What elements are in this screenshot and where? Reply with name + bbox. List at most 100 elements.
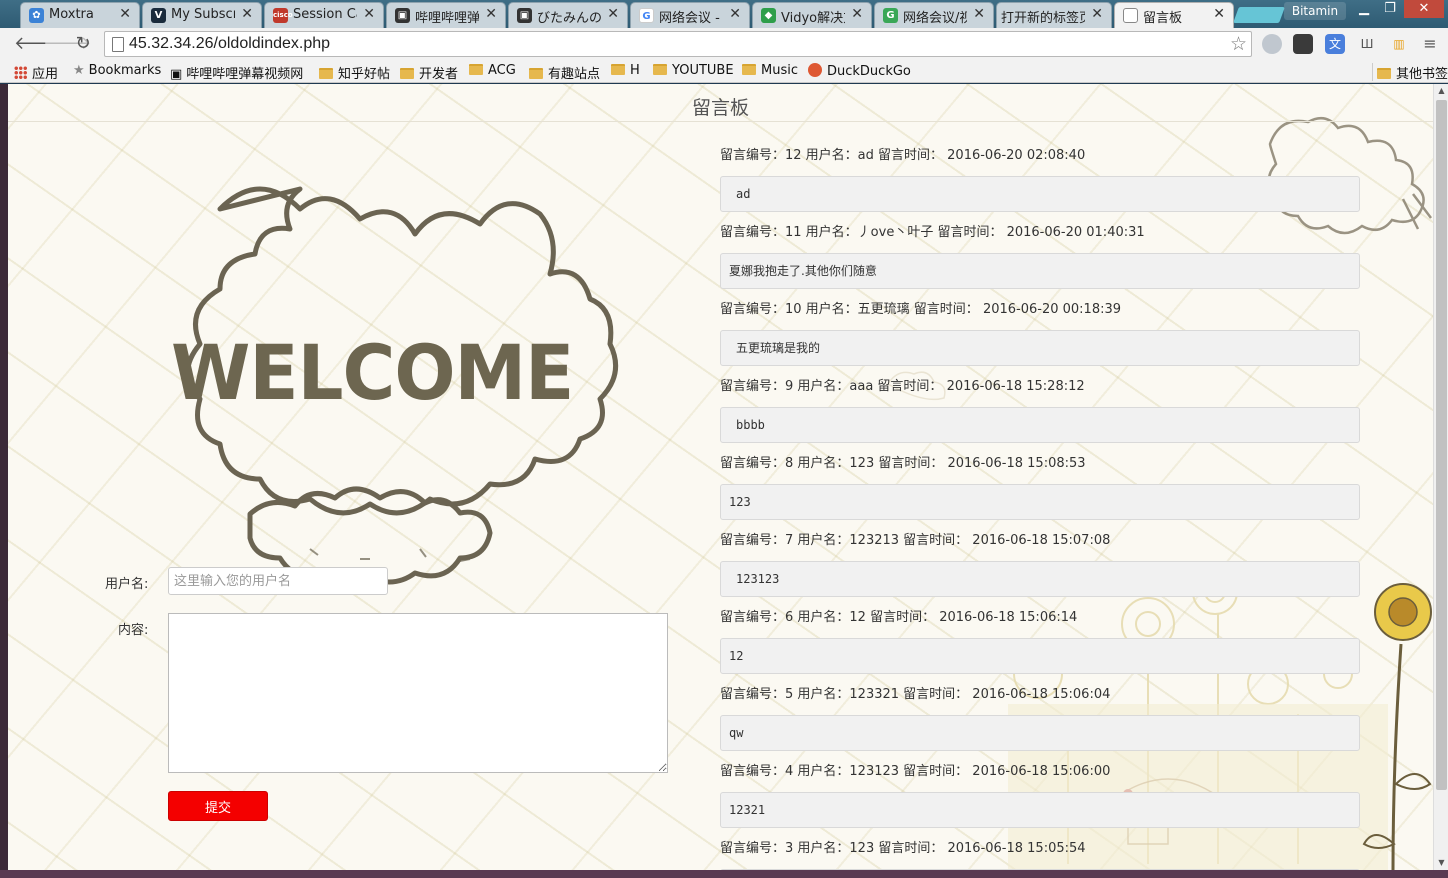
folder-icon	[529, 68, 543, 79]
minimize-icon[interactable]: ▁	[1350, 0, 1378, 18]
menu-icon[interactable]: ≡	[1420, 34, 1440, 54]
scroll-thumb[interactable]	[1436, 100, 1447, 790]
reload-icon[interactable]: ↻	[72, 32, 94, 56]
apps-icon	[14, 66, 27, 79]
close-icon[interactable]: ✕	[119, 6, 131, 22]
bookmark-label: 开发者	[419, 67, 459, 82]
close-icon[interactable]: ✕	[851, 6, 863, 22]
message-item: 留言编号：8 用户名：123 留言时间： 2016-06-18 15:08:53…	[720, 454, 1360, 520]
submit-button[interactable]: 提交	[168, 791, 268, 821]
maximize-icon[interactable]: ❐	[1376, 0, 1404, 18]
bilibili-icon: ▣	[395, 8, 410, 23]
address-bar[interactable]: 45.32.34.26/oldoldindex.php ☆	[104, 31, 1252, 57]
forward-icon[interactable]: 🡒	[43, 32, 91, 56]
tab-bilibili[interactable]: ▣ 哔哩哔哩弹幕 ✕	[386, 2, 506, 28]
cisco-icon: cisco	[273, 8, 293, 23]
page-icon	[112, 37, 124, 52]
bookmark-duckduckgo[interactable]: DuckDuckGo	[808, 63, 911, 81]
tab-new[interactable]: 打开新的标签页 ✕	[996, 2, 1112, 28]
bookmark-bookmarks[interactable]: ★ Bookmarks	[73, 63, 161, 81]
tab-title: Session Cat	[293, 7, 357, 22]
stats-icon[interactable]: Ш	[1357, 34, 1377, 54]
bookmark-label: ACG	[488, 63, 516, 78]
bookmark-label: 哔哩哔哩弹幕视频网	[186, 67, 304, 82]
bookmark-h[interactable]: H	[611, 63, 640, 81]
message-meta: 留言编号：8 用户名：123 留言时间： 2016-06-18 15:08:53	[720, 456, 1086, 471]
bookmark-developer[interactable]: 开发者	[400, 63, 459, 82]
new-tab-button[interactable]	[1233, 7, 1285, 23]
tab-title: 哔哩哔哩弹幕	[415, 11, 479, 26]
message-content: 夏娜我抱走了.其他你们随意	[720, 253, 1360, 289]
close-icon[interactable]: ✕	[729, 6, 741, 22]
tab-title: 网络会议/视	[903, 11, 967, 26]
tab-session[interactable]: cisco Session Cat ✕	[264, 2, 384, 28]
tab-title: 打开新的标签页	[1001, 11, 1085, 26]
bookmark-label: Bookmarks	[88, 63, 162, 78]
extension-circle-icon[interactable]	[1262, 34, 1282, 54]
page-viewport: 留言板 WELCOME 用户名: 内容: 提交 留言编号：12 用户名：ad 留…	[8, 84, 1433, 870]
tab-moxtra[interactable]: ✿ Moxtra ✕	[20, 2, 140, 28]
vertical-scrollbar[interactable]: ▲ ▼	[1433, 84, 1448, 870]
message-content: bbbb	[720, 407, 1360, 443]
message-meta: 留言编号：7 用户名：123213 留言时间： 2016-06-18 15:07…	[720, 533, 1111, 548]
message-meta: 留言编号：10 用户名：五更琉璃 留言时间： 2016-06-20 00:18:…	[720, 302, 1122, 317]
bookmark-zhihu[interactable]: 知乎好帖	[319, 63, 390, 82]
tab-guestbook[interactable]: 留言板 ✕	[1114, 2, 1234, 28]
close-icon[interactable]: ✕	[973, 6, 985, 22]
profile-button[interactable]: Bitamin	[1284, 2, 1346, 20]
scroll-up-icon[interactable]: ▲	[1434, 84, 1448, 98]
close-icon[interactable]: ✕	[241, 6, 253, 22]
url-text[interactable]: 45.32.34.26/oldoldindex.php	[129, 35, 330, 53]
bilibili-icon: ▣	[517, 8, 532, 23]
browser-toolbar: 🡐 🡒 ↻ 45.32.34.26/oldoldindex.php ☆ 文 Ш …	[0, 28, 1448, 60]
folder-icon	[469, 64, 483, 75]
google-icon: G	[639, 8, 654, 23]
back-icon[interactable]: 🡐	[14, 32, 62, 56]
message-item: 留言编号：12 用户名：ad 留言时间： 2016-06-20 02:08:40…	[720, 146, 1360, 212]
message-content: 123	[720, 484, 1360, 520]
vidyo-icon: ◆	[761, 8, 776, 23]
extension-dark-icon[interactable]	[1293, 34, 1313, 54]
bookmark-label: 有趣站点	[548, 67, 601, 82]
bookmarks-bar: 应用 ★ Bookmarks ▣ 哔哩哔哩弹幕视频网 知乎好帖 开发者 ACG 有趣…	[0, 60, 1448, 83]
translate-icon[interactable]: 文	[1325, 34, 1345, 54]
close-icon[interactable]: ✕	[1091, 6, 1103, 22]
close-icon[interactable]: ✕	[363, 6, 375, 22]
close-icon[interactable]: ✕	[485, 6, 497, 22]
bilibili-icon: ▣	[170, 67, 183, 82]
bookmark-youtube[interactable]: YOUTUBE	[653, 63, 734, 81]
bookmark-acg[interactable]: ACG	[469, 63, 516, 81]
vimeo-icon: V	[151, 8, 166, 23]
tab-vimeo[interactable]: V My Subscrip ✕	[142, 2, 262, 28]
bookmark-fun-sites[interactable]: 有趣站点	[529, 63, 601, 82]
close-window-icon[interactable]: ✕	[1404, 0, 1444, 18]
bookmark-other[interactable]: 其他书签	[1372, 63, 1448, 82]
os-taskbar	[0, 870, 1448, 878]
g-icon: G	[883, 8, 898, 23]
tab-bitamin[interactable]: ▣ びたみんの ✕	[508, 2, 628, 28]
message-content: 五更琉璃是我的	[720, 330, 1360, 366]
message-meta: 留言编号：12 用户名：ad 留言时间： 2016-06-20 02:08:40	[720, 148, 1086, 163]
content-textarea[interactable]	[168, 613, 668, 773]
folder-icon	[653, 64, 667, 75]
message-meta: 留言编号：6 用户名：12 留言时间： 2016-06-18 15:06:14	[720, 610, 1078, 625]
tab-meeting-video[interactable]: G 网络会议/视 ✕	[874, 2, 994, 28]
scroll-down-icon[interactable]: ▼	[1434, 856, 1448, 870]
bookmark-music[interactable]: Music	[742, 63, 798, 81]
page-icon	[1123, 8, 1138, 23]
tab-title: Moxtra	[49, 7, 94, 22]
bookmark-apps[interactable]: 应用	[14, 63, 58, 82]
bookmark-star-icon[interactable]: ☆	[1230, 33, 1247, 55]
message-content: 123123	[720, 561, 1360, 597]
tab-google-meeting[interactable]: G 网络会议 - ✕	[630, 2, 750, 28]
page-title: 留言板	[691, 97, 749, 119]
close-icon[interactable]: ✕	[1213, 6, 1225, 22]
close-icon[interactable]: ✕	[607, 6, 619, 22]
bookmark-bilibili[interactable]: ▣ 哔哩哔哩弹幕视频网	[170, 63, 304, 82]
tab-vidyo[interactable]: ◆ Vidyo解决方 ✕	[752, 2, 872, 28]
message-item: 留言编号：9 用户名：aaa 留言时间： 2016-06-18 15:28:12…	[720, 377, 1360, 443]
audio-icon[interactable]: ▥	[1389, 34, 1409, 54]
star-icon: ★	[73, 63, 85, 78]
message-item: 留言编号：7 用户名：123213 留言时间： 2016-06-18 15:07…	[720, 531, 1360, 597]
username-input[interactable]	[168, 567, 388, 595]
